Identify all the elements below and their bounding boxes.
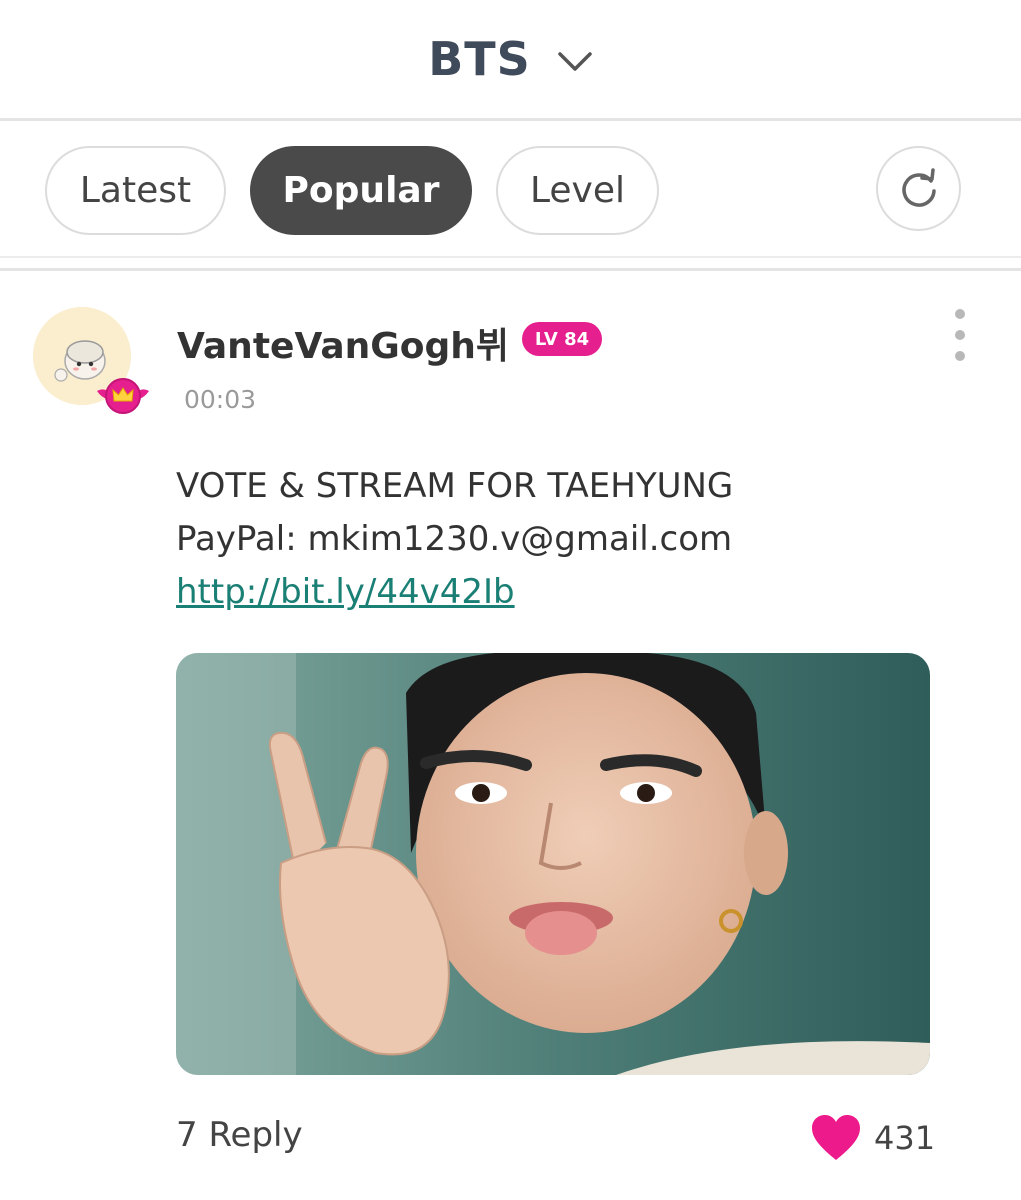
community-title[interactable]: BTS — [428, 32, 531, 86]
post-card: VanteVanGogh뷔 LV 84 00:03 VOTE & STREAM … — [0, 271, 1021, 1200]
more-vertical-icon — [955, 309, 965, 319]
tab-latest[interactable]: Latest — [45, 146, 226, 235]
chevron-down-icon[interactable] — [557, 44, 593, 80]
sort-tabs: Latest Popular Level — [0, 121, 1021, 256]
reply-button[interactable]: 7 Reply — [176, 1115, 303, 1155]
like-button[interactable]: 431 — [810, 1109, 935, 1167]
more-options-button[interactable] — [944, 309, 976, 361]
post-photo[interactable] — [176, 653, 930, 1075]
more-vertical-icon — [955, 330, 965, 340]
heart-icon — [812, 1115, 860, 1160]
refresh-button[interactable] — [876, 146, 961, 231]
avatar[interactable] — [33, 307, 149, 414]
app-header: BTS — [0, 0, 1021, 118]
like-count: 431 — [874, 1119, 936, 1157]
post-body: VOTE & STREAM FOR TAEHYUNG PayPal: mkim1… — [176, 460, 956, 619]
photo-illustration — [176, 653, 930, 1075]
crown-badge-icon — [97, 378, 149, 414]
post-link[interactable]: http://bit.ly/44v42Ib — [176, 572, 515, 612]
tab-popular[interactable]: Popular — [250, 146, 472, 235]
post-text-line: PayPal: mkim1230.v@gmail.com — [176, 519, 733, 559]
tab-level[interactable]: Level — [496, 146, 659, 235]
post-timestamp: 00:03 — [184, 385, 257, 414]
divider — [0, 256, 1021, 258]
username[interactable]: VanteVanGogh뷔 — [177, 317, 509, 369]
post-text-line: VOTE & STREAM FOR TAEHYUNG — [176, 466, 734, 506]
refresh-icon — [901, 167, 936, 207]
more-vertical-icon — [955, 351, 965, 361]
level-badge: LV 84 — [522, 322, 602, 356]
